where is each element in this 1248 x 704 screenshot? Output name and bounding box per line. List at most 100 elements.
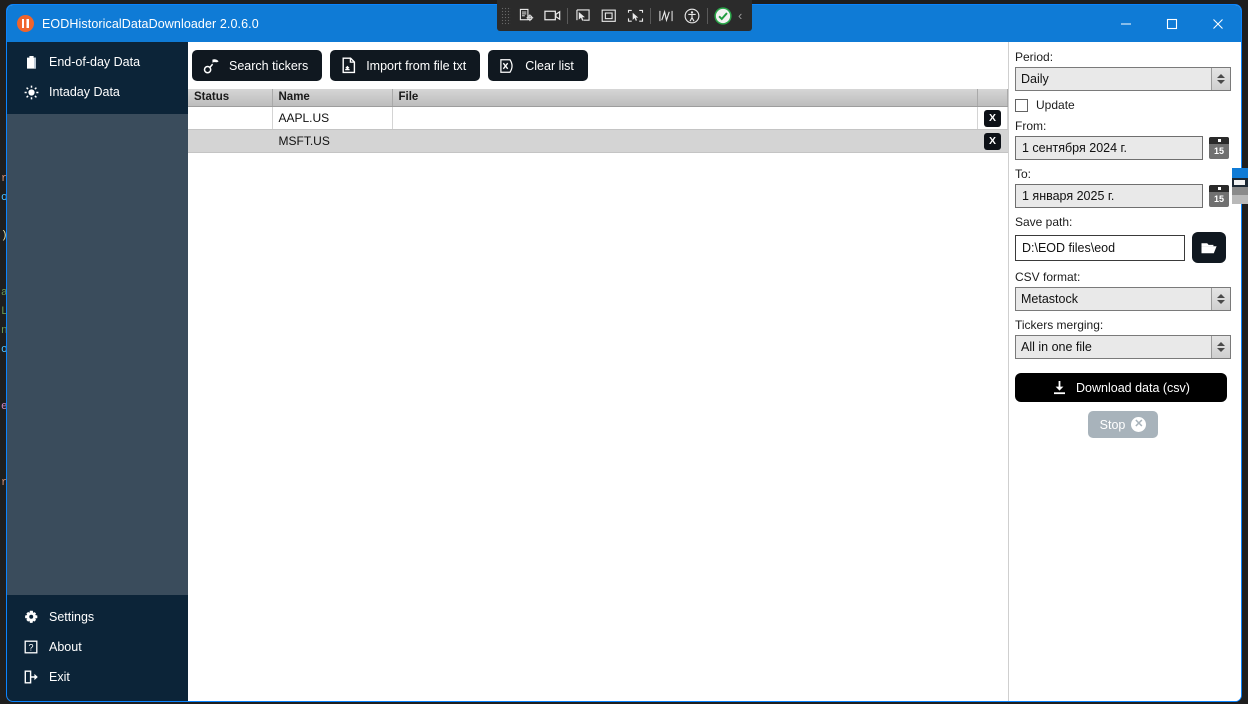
column-header-name[interactable]: Name	[272, 89, 393, 107]
action-toolbar: Search tickers Import from file txt Clea…	[188, 42, 1008, 89]
sidebar-item-settings[interactable]: Settings	[7, 602, 188, 632]
save-path-input[interactable]: D:\EOD files\eod	[1015, 234, 1185, 261]
table-row[interactable]: AAPL.US X	[188, 106, 1008, 130]
screen-edge-scroll-artifact[interactable]	[1232, 168, 1248, 204]
select-window-icon[interactable]	[596, 3, 622, 29]
clear-list-button[interactable]: Clear list	[488, 50, 588, 81]
save-path-label: Save path:	[1015, 215, 1073, 229]
table-row[interactable]: MSFT.US X	[188, 129, 1008, 153]
tickers-table: Status Name File AAPL.US X MSFT.US X	[188, 89, 1008, 153]
window-body: End-of-day Data Intaday Data Settings ? …	[7, 42, 1241, 701]
collapse-toolbar-button[interactable]: ‹	[736, 8, 747, 23]
from-label: From:	[1015, 119, 1047, 133]
window-title: EODHistoricalDataDownloader 2.0.6.0	[42, 16, 259, 31]
tickers-table-container: Status Name File AAPL.US X MSFT.US X	[188, 89, 1008, 701]
maximize-icon[interactable]	[1149, 5, 1195, 42]
sidebar-item-intaday-data[interactable]: Intaday Data	[7, 77, 188, 107]
status-ok-icon[interactable]	[710, 3, 736, 29]
download-data-button[interactable]: Download data (csv)	[1015, 373, 1227, 402]
csv-format-spinner[interactable]	[1211, 288, 1230, 310]
csv-format-value: Metastock	[1021, 292, 1078, 306]
cell-status	[188, 106, 273, 130]
calendar-day: 15	[1213, 146, 1224, 156]
sidebar-item-label: Intaday Data	[49, 85, 120, 99]
cell-name: AAPL.US	[272, 106, 393, 130]
period-select[interactable]: Daily	[1015, 67, 1231, 91]
window-controls[interactable]	[1103, 5, 1241, 42]
clear-x-icon	[499, 58, 516, 74]
column-header-status[interactable]: Status	[188, 89, 273, 107]
import-from-file-button[interactable]: Import from file txt	[330, 50, 481, 81]
scribble-icon[interactable]	[653, 3, 679, 29]
csv-format-label: CSV format:	[1015, 270, 1081, 284]
ticker-search-icon	[203, 58, 220, 74]
panel-scrollbar[interactable]	[1241, 42, 1242, 701]
select-screen-icon[interactable]	[622, 3, 648, 29]
column-header-actions	[977, 89, 1008, 107]
column-header-file[interactable]: File	[392, 89, 978, 107]
tickers-merging-label: Tickers merging:	[1015, 318, 1104, 332]
stop-circle-x-icon: ✕	[1131, 417, 1147, 432]
sidebar-item-end-of-day-data[interactable]: End-of-day Data	[7, 47, 188, 77]
from-calendar-icon[interactable]: 15	[1209, 137, 1229, 159]
sidebar-item-about[interactable]: ? About	[7, 632, 188, 662]
to-date-input[interactable]: 1 января 2025 г.	[1015, 184, 1203, 208]
sidebar-item-exit[interactable]: Exit	[7, 662, 188, 692]
sidebar-item-label: About	[49, 640, 82, 654]
csv-format-select[interactable]: Metastock	[1015, 287, 1231, 311]
calendar-top	[1209, 185, 1229, 192]
calendar-top	[1209, 137, 1229, 144]
select-region-icon[interactable]	[570, 3, 596, 29]
to-calendar-icon[interactable]: 15	[1209, 185, 1229, 207]
from-date-row: 1 сентября 2024 г. 15	[1015, 136, 1231, 160]
save-path-row: D:\EOD files\eod	[1015, 232, 1231, 263]
minimize-icon[interactable]	[1103, 5, 1149, 42]
cell-file	[392, 106, 978, 130]
period-spinner[interactable]	[1211, 68, 1230, 90]
table-header: Status Name File	[188, 89, 1008, 107]
toolbar-divider	[567, 7, 568, 24]
sidebar-top-group: End-of-day Data Intaday Data	[7, 42, 188, 114]
table-header-row: Status Name File	[188, 89, 1008, 107]
cell-name: MSFT.US	[272, 129, 393, 153]
checkbox-box[interactable]	[1015, 98, 1028, 112]
application-window: EODHistoricalDataDownloader 2.0.6.0 End-…	[6, 4, 1242, 702]
question-box-icon: ?	[21, 640, 41, 654]
from-date-input[interactable]: 1 сентября 2024 г.	[1015, 136, 1203, 160]
screen-capture-icon[interactable]	[513, 3, 539, 29]
sun-icon	[21, 85, 41, 100]
exit-arrow-icon	[21, 670, 41, 684]
record-video-icon[interactable]	[539, 3, 565, 29]
sidebar-item-label: End-of-day Data	[49, 55, 141, 69]
tickers-merging-spinner[interactable]	[1211, 336, 1230, 358]
table-body: AAPL.US X MSFT.US X	[188, 106, 1008, 153]
accessibility-icon[interactable]	[679, 3, 705, 29]
gear-icon	[21, 610, 41, 625]
close-icon[interactable]	[1195, 5, 1241, 42]
sidebar-item-label: Exit	[49, 670, 70, 684]
button-label: Search tickers	[229, 58, 309, 73]
remove-row-button[interactable]: X	[984, 132, 1001, 150]
update-checkbox[interactable]: Update	[1015, 98, 1231, 112]
tickers-merging-select[interactable]: All in one file	[1015, 335, 1231, 359]
folder-open-icon[interactable]	[1192, 232, 1226, 263]
cell-status	[188, 129, 273, 153]
svg-text:?: ?	[28, 642, 33, 652]
button-label: Stop	[1099, 417, 1126, 432]
file-import-icon	[341, 57, 357, 74]
button-label: Clear list	[525, 58, 574, 73]
remove-row-button[interactable]: X	[984, 109, 1001, 127]
tickers-merging-value: All in one file	[1021, 340, 1092, 354]
equalizer-circle-icon	[17, 15, 34, 32]
os-capture-toolbar[interactable]: ‹	[497, 0, 752, 31]
drag-grip-handle[interactable]	[501, 6, 511, 25]
cell-actions: X	[977, 106, 1008, 130]
download-icon	[1052, 380, 1067, 395]
stop-button[interactable]: Stop ✕	[1088, 411, 1158, 438]
period-value: Daily	[1021, 72, 1049, 86]
main-content: Search tickers Import from file txt Clea…	[188, 42, 1009, 701]
button-label: Download data (csv)	[1076, 380, 1190, 395]
search-tickers-button[interactable]: Search tickers	[192, 50, 323, 81]
cell-actions: X	[977, 129, 1008, 153]
